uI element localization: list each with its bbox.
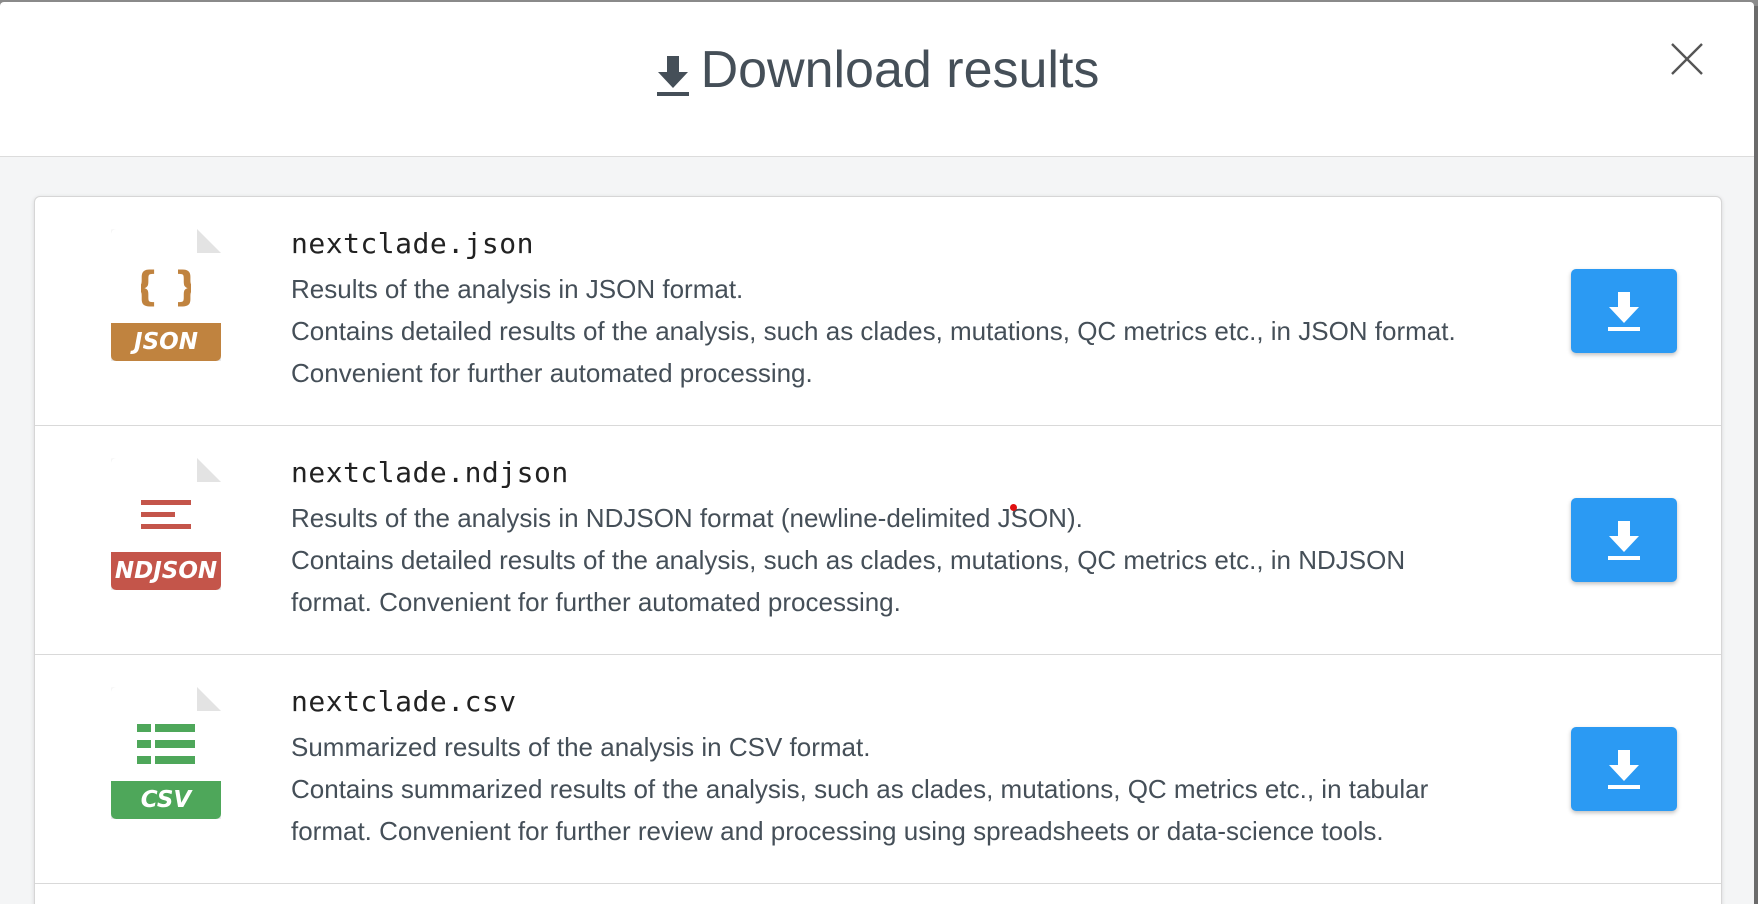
next-row-partial: [35, 884, 1721, 904]
file-list: { } JSON nextclade.json Results of the a…: [34, 196, 1722, 904]
file-info: nextclade.json Results of the analysis i…: [291, 227, 1569, 394]
file-info: nextclade.csv Summarized results of the …: [291, 685, 1569, 852]
file-name: nextclade.json: [291, 227, 535, 260]
file-description-line: Summarized results of the analysis in CS…: [291, 732, 871, 762]
file-description-line: Contains summarized results of the analy…: [291, 774, 1429, 804]
file-row-ndjson: NDJSON nextclade.ndjson Results of the a…: [35, 426, 1721, 655]
file-description-line: Contains detailed results of the analysi…: [291, 316, 1456, 346]
file-description-line: format. Convenient for further automated…: [291, 587, 901, 617]
file-description-line: Results of the analysis in NDJSON format…: [291, 503, 1083, 533]
file-type-label: NDJSON: [111, 552, 221, 590]
modal-title-text: Download results: [700, 41, 1100, 99]
table-icon: [137, 724, 195, 764]
file-type-label: CSV: [111, 781, 221, 819]
file-row-csv: CSV nextclade.csv Summarized results of …: [35, 655, 1721, 884]
file-row-json: { } JSON nextclade.json Results of the a…: [35, 197, 1721, 426]
file-description-line: Convenient for further automated process…: [291, 358, 813, 388]
download-icon: [1608, 292, 1640, 331]
file-name: nextclade.ndjson: [291, 456, 569, 489]
modal-body: { } JSON nextclade.json Results of the a…: [0, 157, 1754, 904]
svg-text:{ }: { }: [141, 264, 191, 308]
download-icon: [1608, 750, 1640, 789]
file-description-line: Contains detailed results of the analysi…: [291, 545, 1406, 575]
mouse-cursor-marker: [1010, 504, 1017, 511]
download-results-modal: Download results { } JS: [0, 2, 1754, 904]
modal-header: Download results: [0, 2, 1754, 157]
download-icon: [1608, 521, 1640, 560]
close-icon: [1671, 43, 1703, 75]
modal-title: Download results: [655, 40, 1100, 100]
file-info: nextclade.ndjson Results of the analysis…: [291, 456, 1569, 623]
ndjson-file-icon: NDJSON: [111, 458, 221, 590]
file-description-line: Results of the analysis in JSON format.: [291, 274, 744, 304]
file-type-label: JSON: [111, 323, 221, 361]
download-json-button[interactable]: [1571, 269, 1677, 353]
lines-icon: [141, 500, 191, 529]
download-csv-button[interactable]: [1571, 727, 1677, 811]
file-description-line: format. Convenient for further review an…: [291, 816, 1384, 846]
json-file-icon: { } JSON: [111, 229, 221, 361]
close-button[interactable]: [1670, 42, 1704, 76]
csv-file-icon: CSV: [111, 687, 221, 819]
file-name: nextclade.csv: [291, 685, 517, 718]
download-icon: [655, 51, 691, 96]
braces-icon: { }: [141, 264, 191, 308]
download-ndjson-button[interactable]: [1571, 498, 1677, 582]
